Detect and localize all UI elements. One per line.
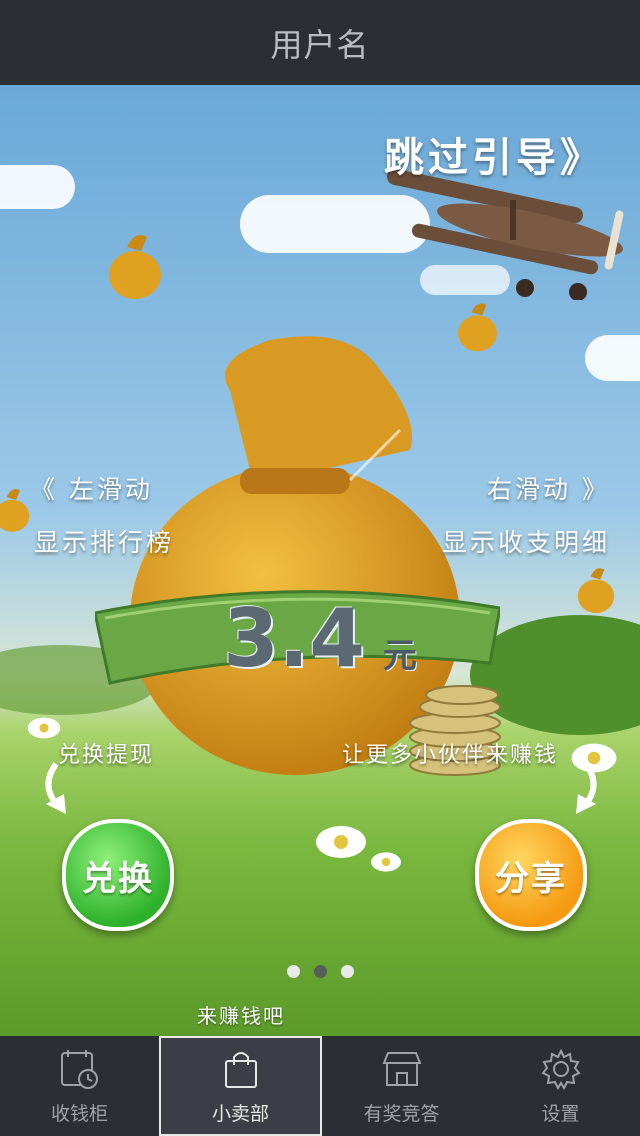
shopping-bag-icon [224, 1051, 257, 1088]
balance-amount: 3.4 [223, 591, 365, 685]
money-bag-icon [0, 489, 30, 532]
app-header: 用户名 [0, 0, 640, 85]
share-caption: 让更多小伙伴来赚钱 [342, 743, 559, 768]
tab-settings[interactable]: 设置 [481, 1036, 640, 1136]
page-dot[interactable] [340, 965, 354, 978]
page-dot[interactable] [286, 965, 300, 978]
curved-arrow-icon [576, 762, 597, 814]
page-indicator [0, 965, 640, 978]
tab-label: 小卖部 [211, 1102, 269, 1125]
tab-shop[interactable]: 小卖部 [159, 1036, 322, 1136]
right-swipe-hint: 右滑动 》 [487, 475, 610, 504]
right-swipe-description: 显示收支明细 [441, 528, 610, 557]
page-dot-active[interactable] [313, 965, 327, 978]
airplane-illustration [387, 170, 624, 300]
tab-quiz[interactable]: 有奖竞答 [322, 1036, 481, 1136]
skip-guide-button[interactable]: 跳过引导》 [384, 125, 604, 183]
balance-display: 3.4 元 [0, 583, 640, 693]
flower-decoration [316, 826, 366, 858]
tab-label: 有奖竞答 [363, 1102, 440, 1125]
bottom-tab-bar: 收钱柜 小卖部 有奖竞答 设置 [0, 1036, 640, 1136]
calendar-clock-icon [60, 1049, 98, 1089]
money-bag-icon [109, 234, 161, 299]
cloud [0, 165, 75, 209]
share-button[interactable]: 分享 [475, 819, 587, 931]
tab-cash-box[interactable]: 收钱柜 [0, 1036, 159, 1136]
flower-decoration [371, 852, 401, 872]
cloud [585, 335, 640, 381]
left-swipe-description: 显示排行榜 [34, 528, 175, 557]
exchange-button[interactable]: 兑换 [62, 819, 174, 931]
gear-icon [540, 1048, 581, 1090]
tab-label: 收钱柜 [50, 1102, 108, 1125]
tab-label: 设置 [541, 1102, 580, 1125]
page-title: 用户名 [270, 25, 370, 64]
left-swipe-hint: 《 左滑动 [30, 475, 153, 504]
storefront-icon [382, 1051, 421, 1086]
flower-decoration [27, 717, 61, 739]
balance-unit: 元 [382, 635, 417, 676]
tab-tooltip: 来赚钱吧 [197, 1004, 285, 1028]
guide-scene[interactable]: 跳过引导》 《 左滑动 显示排行榜 右滑动 》 显示收支明细 3.4 元 兑换提… [0, 85, 640, 1036]
curved-arrow-icon [45, 762, 66, 814]
